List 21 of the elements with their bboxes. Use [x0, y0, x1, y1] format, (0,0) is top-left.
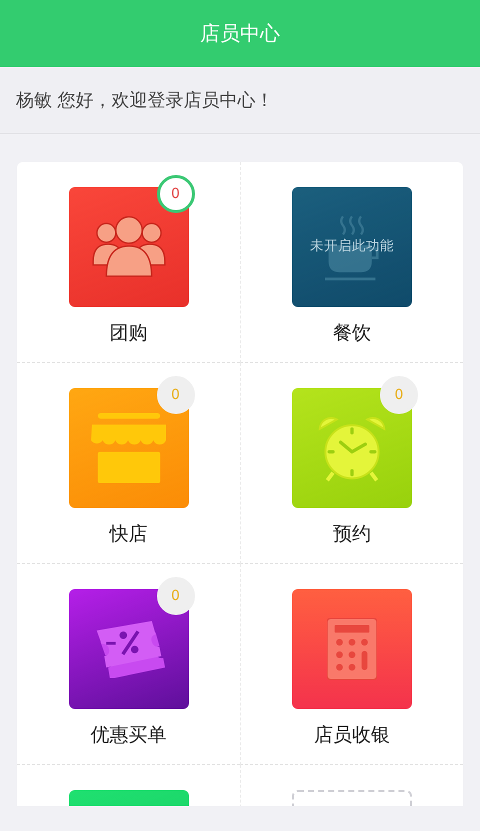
count-badge: 0 [380, 376, 418, 414]
tile-label: 店员收银 [314, 723, 390, 748]
storefront-icon [90, 411, 168, 485]
tile-label: 优惠买单 [90, 723, 166, 748]
tile-label: 餐饮 [333, 321, 371, 346]
menu-tile[interactable] [292, 388, 412, 508]
disabled-notice: 未开启此功能 [309, 237, 395, 255]
tile-label: 团购 [110, 321, 148, 346]
people-icon [90, 214, 166, 280]
menu-tile[interactable] [292, 589, 412, 709]
count-badge: 0 [156, 175, 194, 213]
menu-tile[interactable] [68, 589, 188, 709]
tile-label: 预约 [333, 522, 371, 547]
count-badge: 0 [156, 577, 194, 615]
count-badge: 0 [156, 376, 194, 414]
calculator-icon [327, 618, 377, 680]
menu-tile[interactable] [68, 388, 188, 508]
tile-label: 快店 [110, 522, 148, 547]
menu-tile[interactable] [68, 187, 188, 307]
page-title: 店员中心 [200, 20, 280, 47]
greeting-text: 杨敏 您好，欢迎登录店员中心！ [16, 89, 274, 112]
